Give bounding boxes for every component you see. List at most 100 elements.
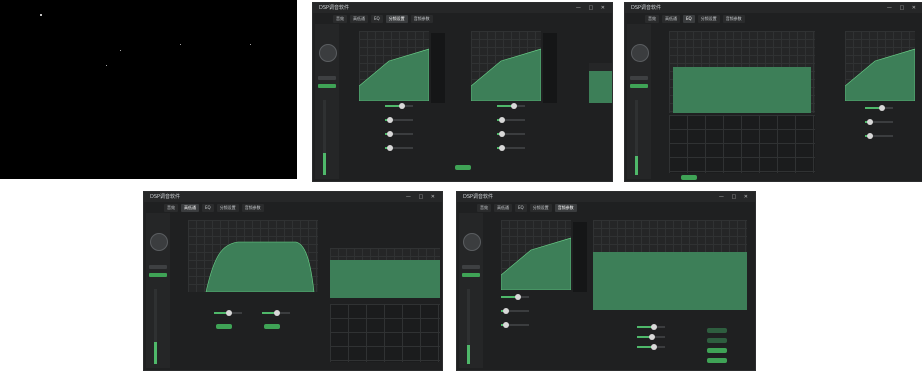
- window-title: DSP调音软件: [319, 5, 350, 11]
- action-button[interactable]: [707, 348, 727, 353]
- volume-knob[interactable]: [631, 44, 649, 62]
- tab-filter[interactable]: 高低通: [350, 15, 368, 23]
- sidebar-green-button[interactable]: [149, 273, 167, 277]
- filter-plot: [188, 220, 318, 292]
- slider[interactable]: [497, 117, 525, 123]
- sidebar-button[interactable]: [462, 265, 480, 269]
- slider[interactable]: [214, 310, 242, 316]
- window-controls[interactable]: — □ ✕: [406, 192, 438, 202]
- slider[interactable]: [865, 119, 893, 125]
- title-bar: DSP调音软件: [313, 3, 612, 13]
- tab-eq[interactable]: EQ: [202, 204, 214, 212]
- slider[interactable]: [497, 145, 525, 151]
- slider[interactable]: [501, 294, 529, 300]
- level-meter: [467, 289, 470, 364]
- speck: [120, 50, 121, 51]
- level-meter: [154, 289, 157, 364]
- slider[interactable]: [385, 103, 413, 109]
- tab-eq[interactable]: EQ: [683, 15, 695, 23]
- slider[interactable]: [865, 105, 893, 111]
- sidebar: [627, 24, 651, 179]
- app-window-2: DSP调音软件 — □ ✕ 音效 高低通 EQ 分频设置 音频参数: [624, 2, 922, 182]
- slider[interactable]: [865, 133, 893, 139]
- eq-curve-fill: [593, 252, 747, 310]
- slider[interactable]: [385, 117, 413, 123]
- window-title: DSP调音软件: [463, 194, 494, 200]
- slider[interactable]: [637, 344, 665, 350]
- black-screenshot: [0, 0, 297, 179]
- tab-eq[interactable]: EQ: [371, 15, 383, 23]
- response-plot: [845, 31, 915, 101]
- slider[interactable]: [501, 308, 529, 314]
- response-plot: [501, 220, 571, 290]
- response-plot-3: [589, 63, 612, 103]
- tab-crossover[interactable]: 分频设置: [529, 204, 552, 212]
- speck: [106, 65, 107, 66]
- eq-curve-fill: [673, 67, 811, 113]
- action-button[interactable]: [707, 358, 727, 363]
- sidebar-button[interactable]: [630, 76, 648, 80]
- eq-curve-fill: [330, 260, 440, 298]
- title-bar: DSP调音软件: [625, 3, 922, 13]
- response-plot-1: [359, 31, 429, 101]
- tab-audio-params[interactable]: 音频参数: [410, 15, 433, 23]
- slider[interactable]: [501, 322, 529, 328]
- sidebar-green-button[interactable]: [462, 273, 480, 277]
- speck: [180, 44, 181, 45]
- window-controls[interactable]: — □ ✕: [719, 192, 751, 202]
- volume-knob[interactable]: [463, 233, 481, 251]
- tab-audio-params[interactable]: 音频参数: [722, 15, 745, 23]
- title-bar: DSP调音软件: [144, 192, 442, 202]
- sidebar-green-button[interactable]: [630, 84, 648, 88]
- tab-bar: 音效 高低通 EQ 分频设置 音频参数: [164, 204, 264, 212]
- tab-audio-params[interactable]: 音频参数: [241, 204, 264, 212]
- apply-button[interactable]: [681, 175, 697, 180]
- slider[interactable]: [497, 103, 525, 109]
- tab-crossover[interactable]: 分频设置: [385, 15, 408, 23]
- tab-crossover[interactable]: 分频设置: [216, 204, 239, 212]
- tab-bar: 音效 高低通 EQ 分频设置 音频参数: [645, 15, 745, 23]
- tab-sound[interactable]: 音效: [333, 15, 347, 23]
- volume-knob[interactable]: [319, 44, 337, 62]
- slider[interactable]: [637, 324, 665, 330]
- title-bar: DSP调音软件: [457, 192, 755, 202]
- app-window-1: DSP调音软件 — □ ✕ 音效 高低通 EQ 分频设置 音频参数: [312, 2, 613, 182]
- app-window-4: DSP调音软件 — □ ✕ 音效 高低通 EQ 分频设置 音频参数: [456, 191, 756, 371]
- tab-filter[interactable]: 高低通: [181, 204, 199, 212]
- eq-plot: [669, 31, 815, 113]
- eq-band-grid: [669, 115, 815, 173]
- sidebar-button[interactable]: [149, 265, 167, 269]
- slider[interactable]: [385, 145, 413, 151]
- tab-eq[interactable]: EQ: [515, 204, 527, 212]
- slider[interactable]: [497, 131, 525, 137]
- slider[interactable]: [385, 131, 413, 137]
- level-meter: [635, 100, 638, 175]
- tab-crossover[interactable]: 分频设置: [697, 15, 720, 23]
- sidebar: [459, 213, 483, 368]
- slider[interactable]: [262, 310, 290, 316]
- sidebar: [315, 24, 339, 179]
- sidebar-green-button[interactable]: [318, 84, 336, 88]
- sidebar-button[interactable]: [318, 76, 336, 80]
- tab-sound[interactable]: 音效: [164, 204, 178, 212]
- meter-column: [543, 33, 557, 103]
- slider[interactable]: [637, 334, 665, 340]
- tab-sound[interactable]: 音效: [477, 204, 491, 212]
- tab-audio-params[interactable]: 音频参数: [554, 204, 577, 212]
- tab-filter[interactable]: 高低通: [662, 15, 680, 23]
- filter-button[interactable]: [264, 324, 280, 329]
- filter-button[interactable]: [216, 324, 232, 329]
- sidebar: [146, 213, 170, 368]
- volume-knob[interactable]: [150, 233, 168, 251]
- apply-button[interactable]: [455, 165, 471, 170]
- level-meter: [323, 100, 326, 175]
- tab-sound[interactable]: 音效: [645, 15, 659, 23]
- action-button[interactable]: [707, 328, 727, 333]
- window-controls[interactable]: — □ ✕: [576, 3, 608, 13]
- eq-band-grid: [330, 304, 440, 362]
- cursor-icon: [40, 14, 42, 16]
- action-button[interactable]: [707, 338, 727, 343]
- window-controls[interactable]: — □ ✕: [887, 3, 919, 13]
- window-title: DSP调音软件: [631, 5, 662, 11]
- tab-filter[interactable]: 高低通: [494, 204, 512, 212]
